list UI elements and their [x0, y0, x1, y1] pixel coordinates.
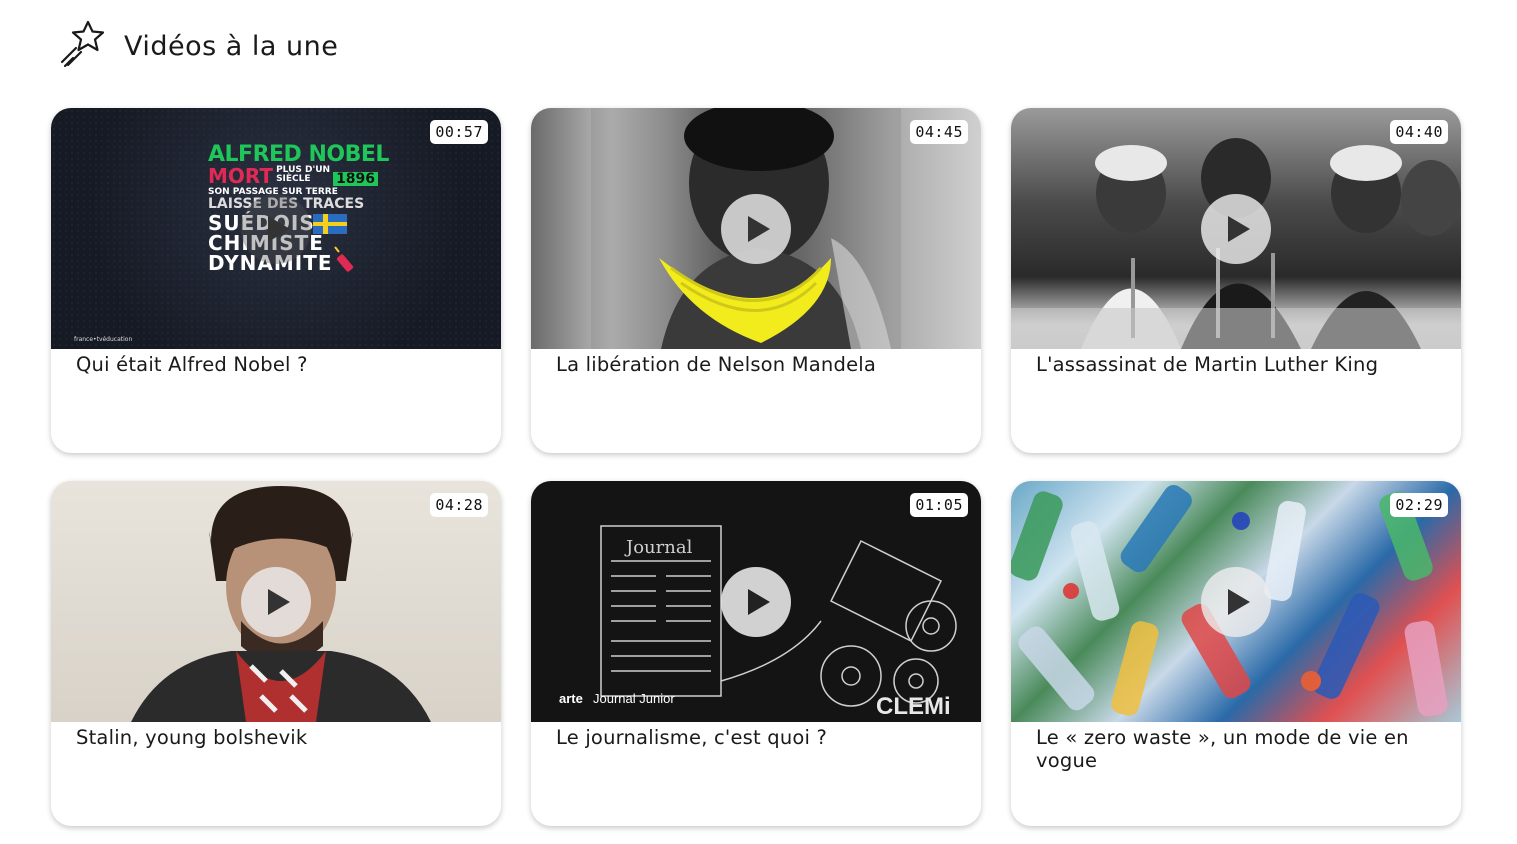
play-button[interactable] [1201, 193, 1271, 264]
section-header: Vidéos à la une [54, 18, 338, 74]
newspaper-masthead: Journal [624, 537, 693, 558]
play-icon [747, 588, 770, 615]
shooting-star-icon [60, 20, 105, 68]
show-name: Journal Junior [593, 691, 675, 706]
video-thumbnail[interactable]: ALFRED NOBEL MORT PLUS D'UN SIÈCLE 1896 SON… [51, 108, 501, 349]
video-thumbnail[interactable]: Journal arte Journal Junior CLEMi 01:05 [531, 481, 981, 722]
play-button[interactable] [241, 566, 311, 637]
play-icon [267, 215, 290, 242]
video-card-nelson-mandela[interactable]: 04:45 La libération de Nelson Mandela [531, 108, 981, 453]
video-card-zero-waste[interactable]: 02:29 Le « zero waste », un mode de vie … [1011, 481, 1461, 826]
video-title[interactable]: Le journalisme, c'est quoi ? [531, 722, 981, 749]
play-button[interactable] [721, 566, 791, 637]
dynamite-icon [334, 246, 354, 272]
video-card-stalin[interactable]: 04:28 Stalin, young bolshevik [51, 481, 501, 826]
video-duration: 04:40 [1390, 120, 1448, 144]
france-tv-logo: france•tvéducation [74, 336, 133, 343]
video-card-alfred-nobel[interactable]: ALFRED NOBEL MORT PLUS D'UN SIÈCLE 1896 SON… [51, 108, 501, 453]
video-duration: 04:28 [430, 493, 488, 517]
play-button[interactable] [721, 193, 791, 264]
video-title[interactable]: L'assassinat de Martin Luther King [1011, 349, 1461, 376]
video-duration: 01:05 [910, 493, 968, 517]
video-card-journalisme[interactable]: Journal arte Journal Junior CLEMi 01:05 … [531, 481, 981, 826]
video-thumbnail[interactable]: 04:40 [1011, 108, 1461, 349]
video-title[interactable]: Qui était Alfred Nobel ? [51, 349, 501, 376]
play-icon [1227, 588, 1250, 615]
play-icon [747, 215, 770, 242]
video-thumbnail[interactable]: 04:28 [51, 481, 501, 722]
swedish-flag-icon [313, 214, 347, 234]
video-grid: ALFRED NOBEL MORT PLUS D'UN SIÈCLE 1896 SON… [51, 108, 1461, 826]
video-title[interactable]: Stalin, young bolshevik [51, 722, 501, 749]
video-duration: 02:29 [1390, 493, 1448, 517]
play-icon [267, 588, 290, 615]
video-duration: 04:45 [910, 120, 968, 144]
section-title: Vidéos à la une [124, 30, 339, 62]
video-card-martin-luther-king[interactable]: 04:40 L'assassinat de Martin Luther King [1011, 108, 1461, 453]
play-button[interactable] [1201, 566, 1271, 637]
arte-logo: arte [559, 691, 583, 706]
video-title[interactable]: La libération de Nelson Mandela [531, 349, 981, 376]
video-thumbnail[interactable]: 04:45 [531, 108, 981, 349]
clemi-logo: CLEMi [876, 693, 951, 720]
play-button[interactable] [241, 193, 311, 264]
video-title[interactable]: Le « zero waste », un mode de vie en vog… [1011, 722, 1461, 772]
play-icon [1227, 215, 1250, 242]
video-duration: 00:57 [430, 120, 488, 144]
video-thumbnail[interactable]: 02:29 [1011, 481, 1461, 722]
